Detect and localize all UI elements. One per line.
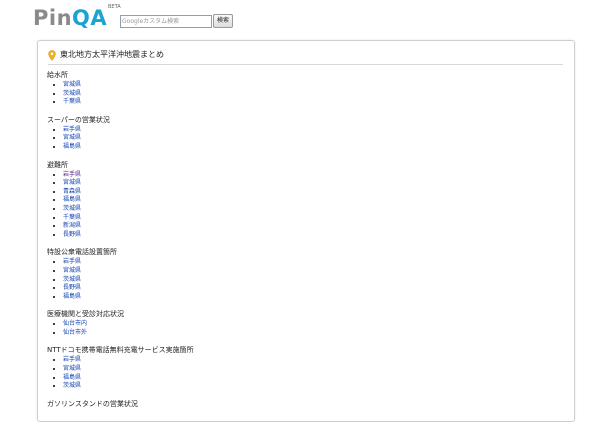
prefecture-list: 仙台市内仙台市外	[47, 320, 547, 337]
prefecture-link[interactable]: 茨城県	[63, 90, 81, 97]
section-heading: 避難所	[47, 160, 68, 169]
prefecture-link[interactable]: 長野県	[63, 284, 81, 291]
list-item: 岩手県	[63, 171, 547, 180]
list-item: 長野県	[63, 231, 547, 240]
list-item: 福島県	[63, 196, 547, 205]
prefecture-link[interactable]: 宮城県	[63, 179, 81, 186]
prefecture-link[interactable]: 宮城県	[63, 81, 81, 88]
prefecture-link[interactable]: 千葉県	[63, 98, 81, 105]
list-item: 福島県	[63, 293, 547, 302]
list-item: 茨城県	[63, 90, 547, 99]
list-item: 岩手県	[63, 258, 547, 267]
list-item: 仙台市外	[63, 329, 547, 338]
list-item: 茨城県	[63, 276, 547, 285]
list-item: 千葉県	[63, 98, 547, 107]
prefecture-link[interactable]: 宮城県	[63, 365, 81, 372]
section-heading: スーパーの営業状況	[47, 115, 110, 124]
list-item: 福島県	[63, 143, 547, 152]
header: PinQA BETA 検索	[0, 0, 610, 36]
prefecture-link[interactable]: 岩手県	[63, 171, 81, 178]
list-item: 宮城県	[63, 179, 547, 188]
section-heading: 特設公衆電話設置箇所	[47, 248, 117, 257]
prefecture-link[interactable]: 岩手県	[63, 126, 81, 133]
prefecture-list: 岩手県宮城県茨城県長野県福島県	[47, 258, 547, 301]
prefecture-link[interactable]: 仙台市内	[63, 320, 87, 327]
section-heading: 給水所	[47, 71, 68, 79]
list-item: 岩手県	[63, 356, 547, 365]
list-item: 茨城県	[63, 382, 547, 391]
list-item: 宮城県	[63, 81, 547, 90]
beta-badge: BETA	[108, 4, 121, 10]
list-item: 宮城県	[63, 267, 547, 276]
prefecture-list: 岩手県宮城県青森県福島県茨城県千葉県新潟県長野県	[47, 171, 547, 240]
list-item: 仙台市内	[63, 320, 547, 329]
list-item: 宮城県	[63, 365, 547, 374]
section: 医療機関と受診対応状況仙台市内仙台市外	[47, 310, 547, 337]
prefecture-link[interactable]: 福島県	[63, 143, 81, 150]
pinqa-logo[interactable]: PinQA	[33, 6, 107, 30]
list-item: 新潟県	[63, 222, 547, 231]
section-heading: 医療機関と受診対応状況	[47, 310, 124, 319]
prefecture-link[interactable]: 茨城県	[63, 205, 81, 212]
prefecture-link[interactable]: 福島県	[63, 374, 81, 381]
prefecture-link[interactable]: 千葉県	[63, 214, 81, 221]
section: スーパーの営業状況岩手県宮城県福島県	[47, 116, 547, 152]
list-item: 千葉県	[63, 214, 547, 223]
prefecture-link[interactable]: 福島県	[63, 293, 81, 300]
panel-title: 東北地方太平洋沖地震まとめ	[48, 50, 563, 65]
search-input[interactable]	[120, 15, 212, 28]
section-heading: NTTドコモ携帯電話無料充電サービス実施箇所	[47, 346, 194, 355]
prefecture-link[interactable]: 茨城県	[63, 276, 81, 283]
section-list: 給水所宮城県茨城県千葉県スーパーの営業状況岩手県宮城県福島県避難所岩手県宮城県青…	[47, 71, 547, 418]
logo-qa-text: QA	[72, 6, 108, 30]
prefecture-link[interactable]: 福島県	[63, 196, 81, 203]
prefecture-link[interactable]: 茨城県	[63, 382, 81, 389]
prefecture-list: 宮城県茨城県千葉県	[47, 81, 547, 107]
prefecture-list: 岩手県宮城県福島県茨城県	[47, 356, 547, 390]
prefecture-link[interactable]: 宮城県	[63, 267, 81, 274]
section: 特設公衆電話設置箇所岩手県宮城県茨城県長野県福島県	[47, 248, 547, 301]
search-button[interactable]: 検索	[213, 14, 233, 28]
section: NTTドコモ携帯電話無料充電サービス実施箇所岩手県宮城県福島県茨城県	[47, 346, 547, 390]
logo-pin-text: Pin	[33, 6, 73, 30]
prefecture-link[interactable]: 仙台市外	[63, 329, 87, 336]
list-item: 福島県	[63, 374, 547, 383]
prefecture-link[interactable]: 岩手県	[63, 356, 81, 363]
content-panel: 東北地方太平洋沖地震まとめ 給水所宮城県茨城県千葉県スーパーの営業状況岩手県宮城…	[37, 40, 575, 422]
list-item: 長野県	[63, 284, 547, 293]
prefecture-link[interactable]: 青森県	[63, 188, 81, 195]
section: 給水所宮城県茨城県千葉県	[47, 71, 547, 107]
list-item: 青森県	[63, 188, 547, 197]
prefecture-link[interactable]: 新潟県	[63, 222, 81, 229]
prefecture-list: 岩手県宮城県福島県	[47, 126, 547, 152]
map-pin-icon	[48, 50, 56, 61]
list-item: 茨城県	[63, 205, 547, 214]
page-title: 東北地方太平洋沖地震まとめ	[60, 50, 164, 59]
section-heading: ガソリンスタンドの営業状況	[47, 399, 138, 408]
prefecture-link[interactable]: 宮城県	[63, 134, 81, 141]
list-item: 宮城県	[63, 134, 547, 143]
prefecture-link[interactable]: 岩手県	[63, 258, 81, 265]
section: ガソリンスタンドの営業状況	[47, 400, 547, 409]
prefecture-link[interactable]: 長野県	[63, 231, 81, 238]
section: 避難所岩手県宮城県青森県福島県茨城県千葉県新潟県長野県	[47, 161, 547, 240]
list-item: 岩手県	[63, 126, 547, 135]
